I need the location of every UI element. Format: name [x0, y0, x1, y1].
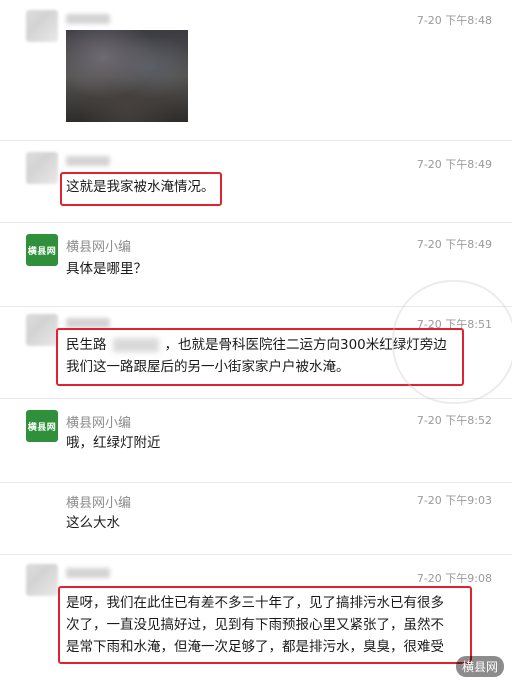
avatar[interactable]	[26, 314, 58, 346]
timestamp: 7-20 下午8:52	[416, 414, 492, 427]
sender-name	[66, 14, 110, 24]
message-7: 7-20 下午9:08 是呀，我们在此住已有差不多三十年了，见了搞排污水已有很多…	[0, 554, 512, 683]
timestamp: 7-20 下午9:08	[416, 572, 492, 585]
avatar-logo[interactable]: 横县网	[26, 234, 58, 266]
message-6: 横县网小编 7-20 下午9:03 这么大水	[0, 482, 512, 555]
flood-photo[interactable]	[66, 30, 188, 122]
message-text: 具体是哪里？	[66, 261, 147, 277]
sender-name: 横县网小编	[66, 496, 132, 511]
message-1: 7-20 下午8:48	[0, 0, 512, 141]
sender-name	[66, 318, 110, 328]
sender-name: 横县网小编	[66, 240, 132, 255]
sender-name	[66, 156, 110, 166]
message-text: 这么大水	[66, 515, 120, 531]
watermark-logo: 横县网	[455, 656, 504, 677]
watermark-seal	[392, 280, 512, 404]
sender-name	[66, 568, 110, 578]
avatar[interactable]	[26, 152, 58, 184]
sender-name: 横县网小编	[66, 416, 132, 431]
message-2: 7-20 下午8:49 这就是我家被水淹情况。	[0, 140, 512, 223]
timestamp: 7-20 下午8:49	[416, 158, 492, 171]
avatar[interactable]	[26, 564, 58, 596]
timestamp: 7-20 下午9:03	[416, 494, 492, 507]
timestamp: 7-20 下午8:49	[416, 238, 492, 251]
avatar-logo[interactable]: 横县网	[26, 410, 58, 442]
timestamp: 7-20 下午8:48	[416, 14, 492, 27]
highlight-box	[58, 586, 472, 664]
message-5: 横县网 横县网小编 7-20 下午8:52 哦，红绿灯附近	[0, 398, 512, 483]
highlight-box	[60, 172, 222, 206]
message-text: 哦，红绿灯附近	[66, 435, 161, 451]
avatar[interactable]	[26, 10, 58, 42]
